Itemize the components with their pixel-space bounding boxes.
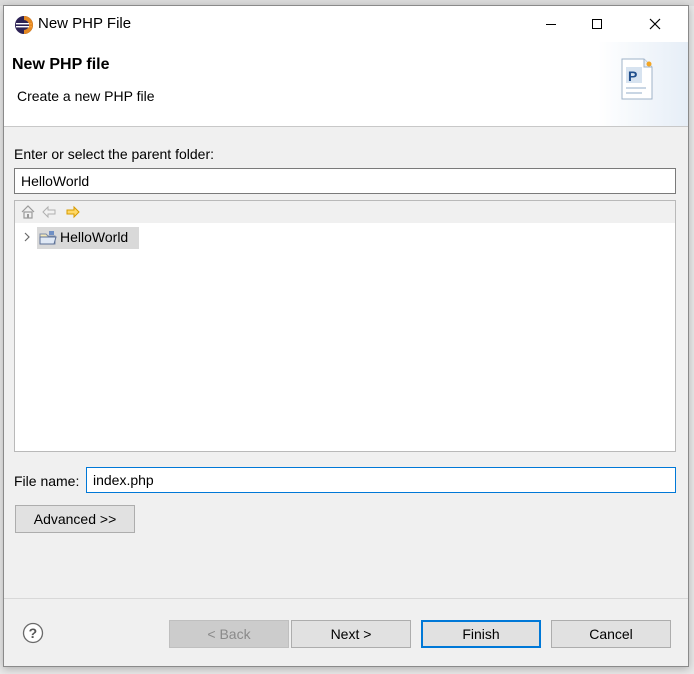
forward-arrow-icon[interactable] xyxy=(65,204,81,220)
cancel-button[interactable]: Cancel xyxy=(551,620,671,648)
maximize-button[interactable] xyxy=(574,6,620,42)
new-php-file-dialog: New PHP File New PHP file Create a new P… xyxy=(3,5,689,667)
finish-button[interactable]: Finish xyxy=(421,620,541,648)
file-name-input[interactable] xyxy=(86,467,676,493)
tree-item-label: HelloWorld xyxy=(60,229,129,245)
back-arrow-icon[interactable] xyxy=(41,204,57,220)
close-button[interactable] xyxy=(632,6,678,42)
chevron-right-icon[interactable] xyxy=(21,230,33,244)
advanced-button[interactable]: Advanced >> xyxy=(15,505,135,533)
svg-text:?: ? xyxy=(29,625,38,641)
title-bar: New PHP File xyxy=(4,6,688,42)
folder-tree[interactable]: HelloWorld xyxy=(14,200,676,452)
wizard-description: Create a new PHP file xyxy=(17,88,155,104)
home-icon[interactable] xyxy=(20,204,36,220)
tree-toolbar xyxy=(15,201,675,223)
minimize-icon xyxy=(546,24,556,25)
tree-item-selection: HelloWorld xyxy=(37,227,139,249)
wizard-title: New PHP file xyxy=(12,56,110,73)
back-button[interactable]: < Back xyxy=(169,620,289,648)
help-icon[interactable]: ? xyxy=(22,622,44,644)
footer-separator xyxy=(4,598,688,599)
close-icon xyxy=(649,18,661,30)
wizard-header: New PHP file Create a new PHP file P xyxy=(4,42,688,127)
eclipse-icon xyxy=(15,16,33,34)
project-folder-icon xyxy=(39,231,57,245)
file-name-label: File name: xyxy=(14,473,80,489)
window-title: New PHP File xyxy=(38,15,132,32)
svg-text:P: P xyxy=(628,68,637,84)
parent-folder-label: Enter or select the parent folder: xyxy=(14,146,214,162)
maximize-icon xyxy=(592,19,602,29)
php-file-icon: P xyxy=(621,58,653,100)
minimize-button[interactable] xyxy=(528,6,574,42)
next-button[interactable]: Next > xyxy=(291,620,411,648)
parent-folder-input[interactable] xyxy=(14,168,676,194)
